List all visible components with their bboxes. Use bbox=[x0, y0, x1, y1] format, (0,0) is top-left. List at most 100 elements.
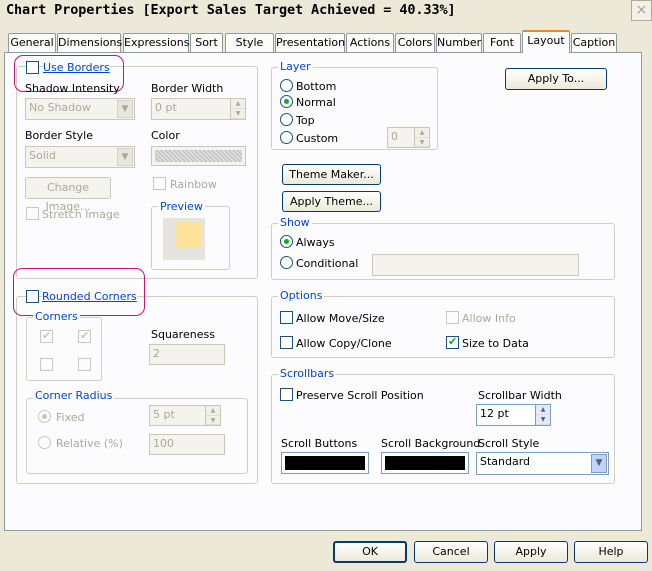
apply-button[interactable]: Apply bbox=[494, 541, 568, 563]
border-style-select[interactable]: Solid ▼ bbox=[25, 146, 135, 168]
allow-copy-clone-label: Allow Copy/Clone bbox=[296, 337, 392, 350]
cancel-button[interactable]: Cancel bbox=[414, 541, 488, 563]
scroll-buttons-color[interactable] bbox=[281, 452, 369, 474]
scrollbars-label: Scrollbars bbox=[278, 367, 337, 380]
corner-bottom-left-checkbox[interactable] bbox=[40, 358, 53, 371]
show-label: Show bbox=[278, 216, 312, 229]
layer-custom-spinner[interactable]: ▲ ▼ bbox=[414, 128, 429, 147]
scrollbar-width-input[interactable]: 12 pt ▲ ▼ bbox=[476, 404, 551, 426]
layer-top-label: Top bbox=[296, 114, 315, 127]
corners-group bbox=[26, 317, 102, 381]
corner-top-right-checkbox[interactable]: ✔ bbox=[78, 329, 91, 343]
scroll-background-color[interactable] bbox=[381, 452, 469, 474]
layer-label: Layer bbox=[278, 60, 313, 73]
tab-expressions[interactable]: Expressions bbox=[123, 33, 189, 52]
scroll-style-select[interactable]: Standard ▼ bbox=[476, 452, 609, 475]
preserve-scroll-label: Preserve Scroll Position bbox=[296, 389, 424, 402]
relative-radio[interactable] bbox=[38, 436, 51, 449]
size-to-data-checkbox[interactable]: ✔ bbox=[446, 335, 459, 349]
layer-top-radio[interactable] bbox=[280, 113, 293, 126]
chevron-down-icon: ▼ bbox=[591, 454, 607, 473]
chevron-down-icon: ▼ bbox=[117, 148, 133, 166]
allow-info-checkbox[interactable] bbox=[446, 311, 459, 324]
allow-move-size-label: Allow Move/Size bbox=[296, 312, 385, 325]
tab-number[interactable]: Number bbox=[436, 33, 482, 52]
theme-maker-button[interactable]: Theme Maker... bbox=[282, 164, 381, 185]
scrollbar-width-spinner[interactable]: ▲ ▼ bbox=[535, 405, 550, 425]
scrollbar-width-value: 12 pt bbox=[480, 407, 509, 420]
relative-label: Relative (%) bbox=[56, 437, 123, 450]
tab-style[interactable]: Style bbox=[225, 33, 274, 52]
corner-radius-label: Corner Radius bbox=[33, 389, 115, 402]
corners-label: Corners bbox=[33, 310, 80, 323]
layer-bottom-radio[interactable] bbox=[280, 79, 293, 92]
highlight-rounded-corners bbox=[13, 268, 145, 316]
color-label: Color bbox=[151, 129, 180, 142]
change-image-button[interactable]: Change Image... bbox=[25, 177, 111, 213]
tab-caption[interactable]: Caption bbox=[571, 33, 617, 52]
show-always-radio[interactable] bbox=[280, 235, 293, 248]
show-conditional-radio[interactable] bbox=[280, 256, 293, 269]
corner-top-left-checkbox[interactable]: ✔ bbox=[40, 329, 53, 343]
squareness-input[interactable]: 2 bbox=[149, 344, 225, 365]
apply-theme-button[interactable]: Apply Theme... bbox=[282, 191, 381, 212]
rainbow-checkbox[interactable] bbox=[153, 177, 166, 190]
tab-layout[interactable]: Layout bbox=[522, 30, 570, 53]
border-width-spinner[interactable]: ▲ ▼ bbox=[230, 99, 245, 119]
layer-custom-radio[interactable] bbox=[280, 131, 293, 144]
preview-label: Preview bbox=[158, 200, 205, 213]
border-width-value: 0 pt bbox=[155, 101, 177, 114]
scrollbar-width-label: Scrollbar Width bbox=[478, 389, 562, 402]
layer-normal-label: Normal bbox=[296, 96, 336, 109]
tab-actions[interactable]: Actions bbox=[346, 33, 394, 52]
scroll-style-value: Standard bbox=[480, 455, 531, 468]
border-width-label: Border Width bbox=[151, 82, 224, 95]
tab-sort[interactable]: Sort bbox=[190, 33, 223, 52]
stretch-image-label: Stretch Image bbox=[42, 208, 120, 221]
layer-normal-radio[interactable] bbox=[280, 95, 293, 108]
tab-font[interactable]: Font bbox=[483, 33, 521, 52]
fixed-radius-input[interactable]: 5 pt ▲ ▼ bbox=[149, 405, 221, 426]
tab-dimensions[interactable]: Dimensions bbox=[57, 33, 122, 52]
border-style-label: Border Style bbox=[25, 129, 94, 142]
show-conditional-label: Conditional bbox=[296, 257, 359, 270]
apply-to-button[interactable]: Apply To... bbox=[505, 68, 607, 90]
tab-colors[interactable]: Colors bbox=[395, 33, 435, 52]
squareness-label: Squareness bbox=[151, 328, 215, 341]
preserve-scroll-checkbox[interactable] bbox=[280, 388, 293, 401]
corner-bottom-right-checkbox[interactable] bbox=[78, 358, 91, 371]
shadow-intensity-select[interactable]: No Shadow ▼ bbox=[25, 98, 135, 120]
scroll-buttons-label: Scroll Buttons bbox=[281, 437, 358, 450]
layer-custom-label: Custom bbox=[296, 132, 339, 145]
fixed-radius-spinner[interactable]: ▲ ▼ bbox=[205, 406, 220, 425]
rainbow-label: Rainbow bbox=[170, 178, 217, 191]
fixed-radio[interactable] bbox=[38, 410, 51, 423]
scroll-style-label: Scroll Style bbox=[478, 437, 540, 450]
fixed-radius-value: 5 pt bbox=[153, 408, 175, 421]
stretch-image-checkbox[interactable] bbox=[26, 207, 39, 220]
allow-copy-clone-checkbox[interactable] bbox=[280, 336, 293, 349]
allow-move-size-checkbox[interactable] bbox=[280, 311, 293, 324]
border-width-input[interactable]: 0 pt ▲ ▼ bbox=[151, 98, 246, 120]
chevron-down-icon: ▼ bbox=[117, 100, 133, 118]
scroll-background-label: Scroll Background bbox=[381, 437, 481, 450]
help-button[interactable]: Help bbox=[574, 541, 648, 563]
relative-radius-input[interactable]: 100 bbox=[149, 434, 225, 455]
show-always-label: Always bbox=[296, 236, 335, 249]
border-color-swatch[interactable] bbox=[151, 146, 246, 166]
allow-info-label: Allow Info bbox=[462, 312, 516, 325]
layer-custom-input[interactable]: 0 ▲ ▼ bbox=[387, 127, 430, 148]
ok-button[interactable]: OK bbox=[333, 541, 407, 563]
border-style-value: Solid bbox=[29, 149, 56, 162]
shadow-intensity-label: Shadow Intensity bbox=[25, 82, 120, 95]
preview-image bbox=[163, 218, 205, 260]
options-label: Options bbox=[278, 289, 325, 302]
shadow-intensity-value: No Shadow bbox=[29, 101, 91, 114]
layer-bottom-label: Bottom bbox=[296, 80, 337, 93]
size-to-data-label: Size to Data bbox=[462, 337, 529, 350]
tab-general[interactable]: General bbox=[8, 33, 56, 52]
tab-presentation[interactable]: Presentation bbox=[275, 33, 345, 52]
close-button[interactable]: × bbox=[631, 0, 652, 21]
show-condition-input[interactable] bbox=[372, 254, 579, 276]
window-title: Chart Properties [Export Sales Target Ac… bbox=[6, 2, 456, 18]
